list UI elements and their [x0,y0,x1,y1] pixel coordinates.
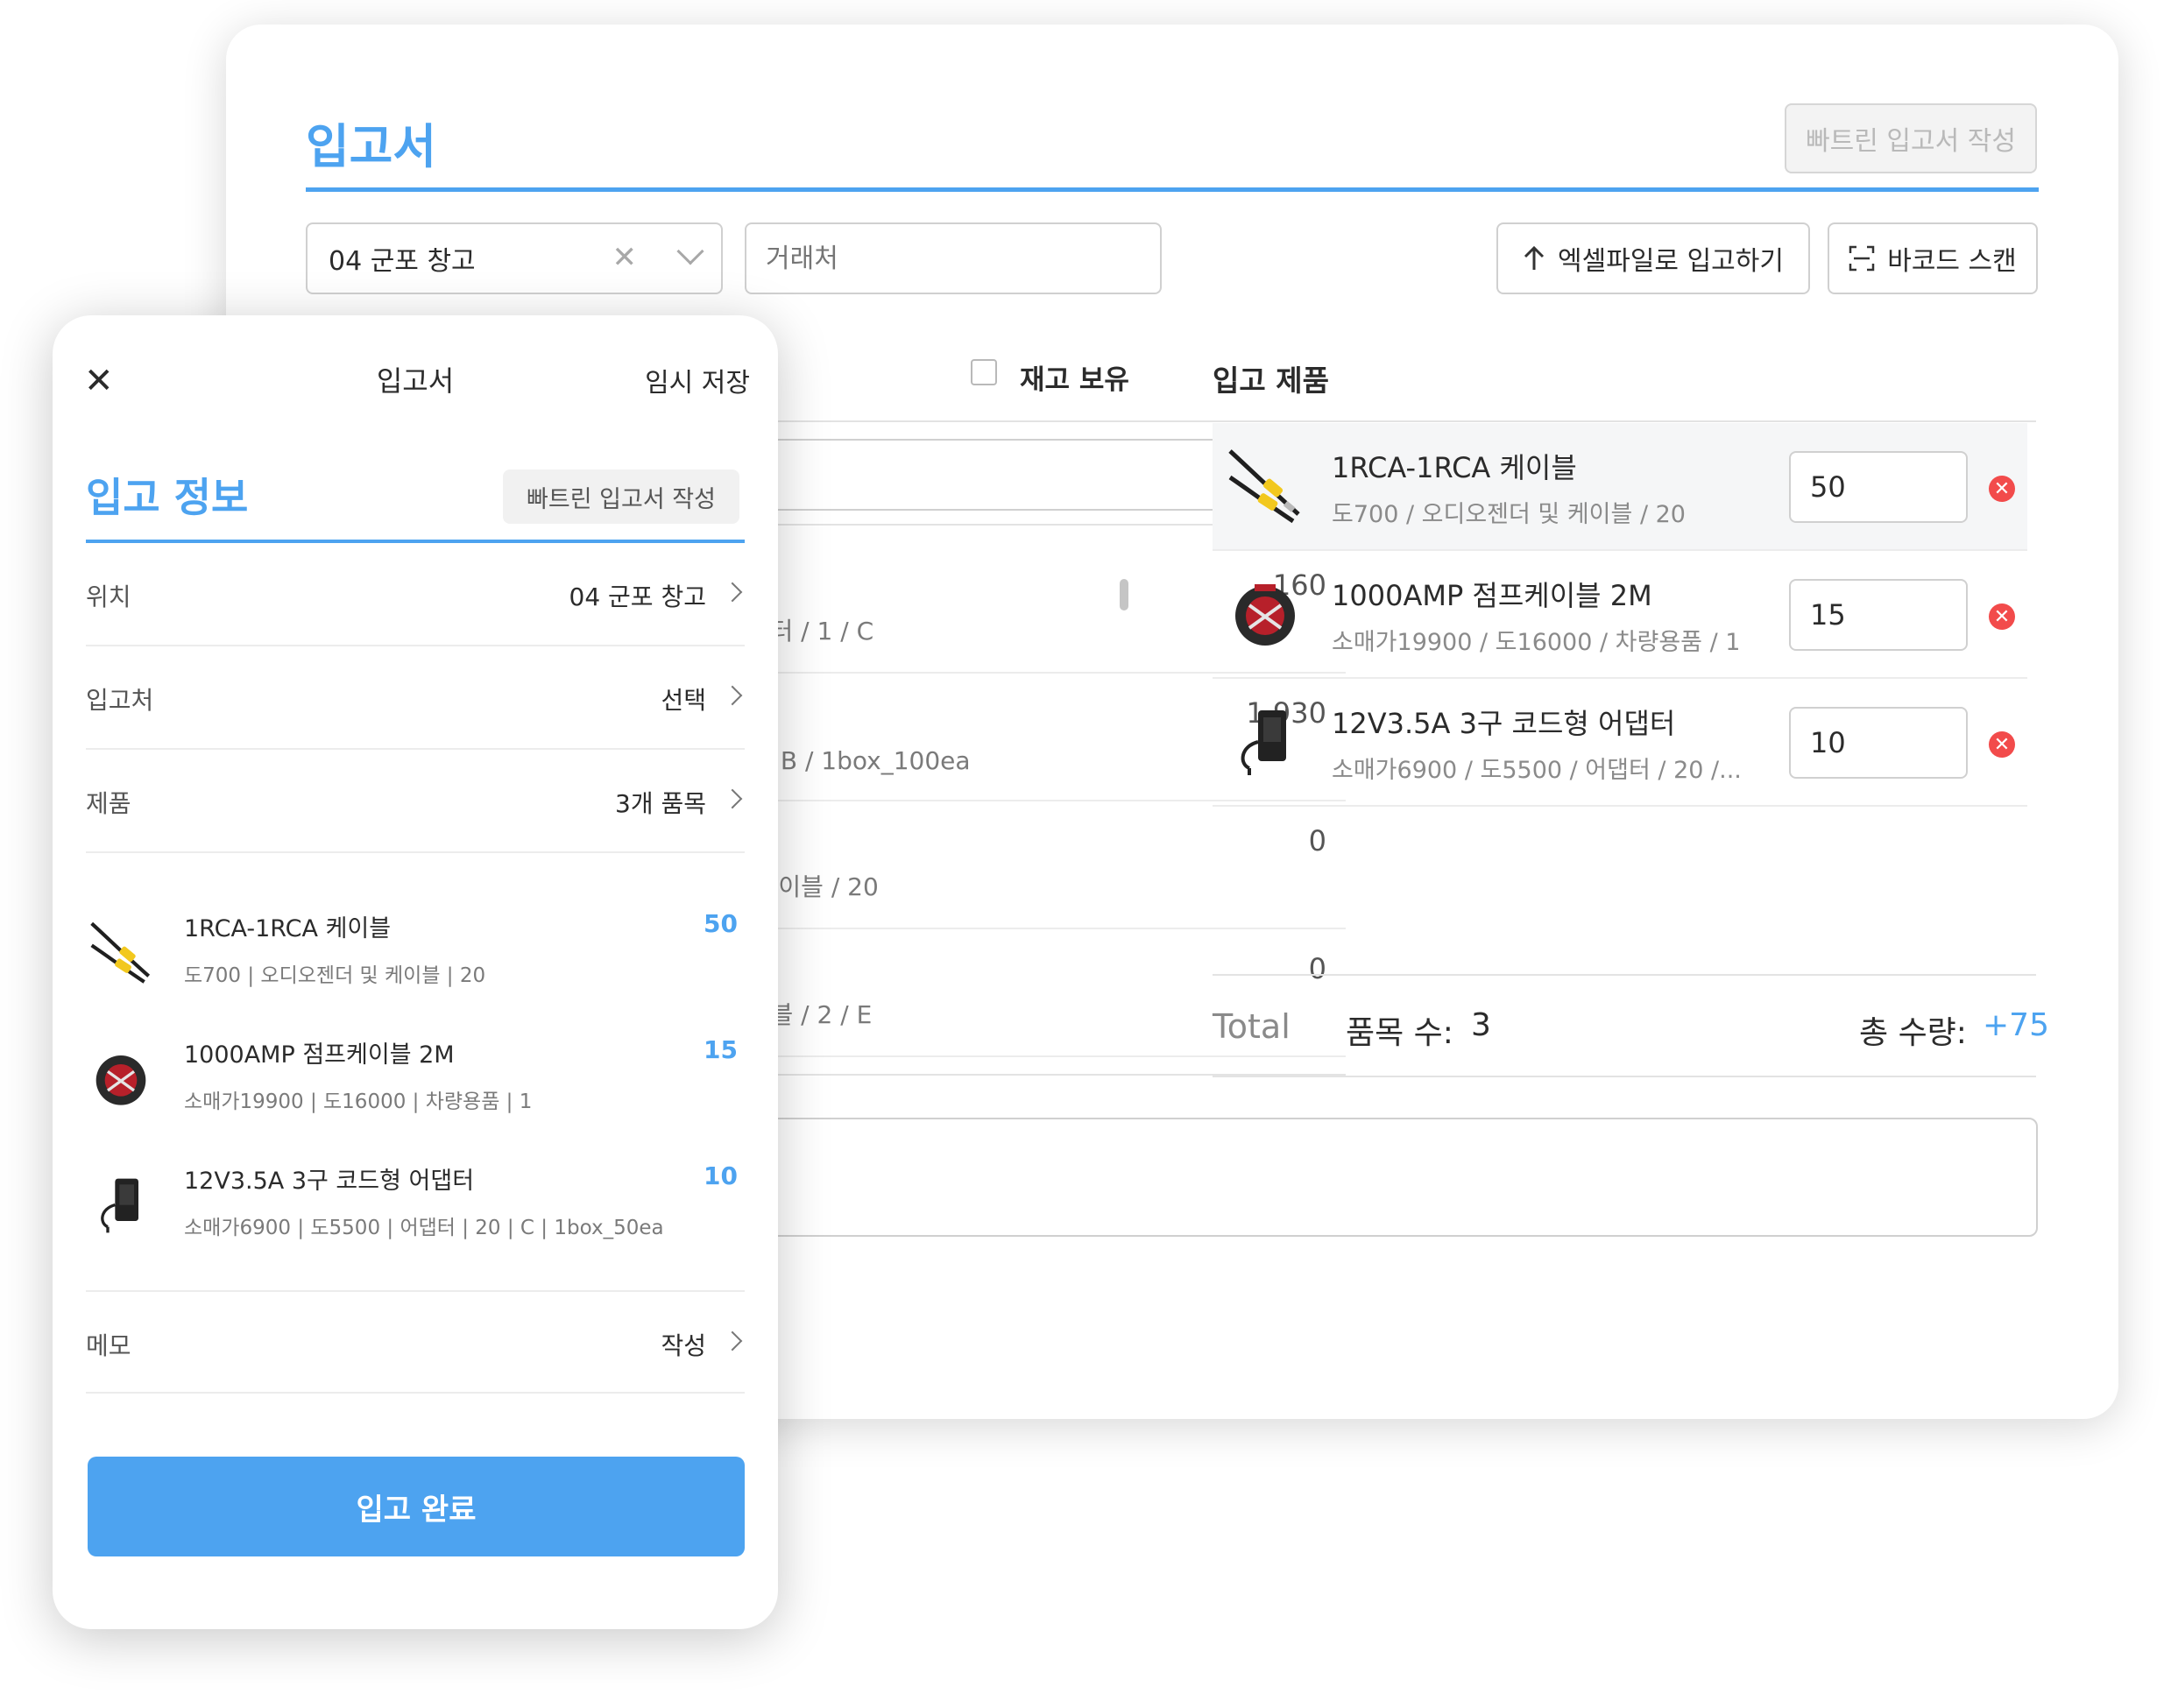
chevron-right-icon [722,582,743,603]
upload-arrow-icon [1524,245,1545,270]
product-name: 12V3.5A 3구 코드형 어댑터 [1332,707,1676,740]
list-item-stock: 0 [1308,824,1326,858]
section-title: 입고 정보 [86,474,249,521]
row-key: 메모 [86,1331,131,1360]
quick-entry-button[interactable]: 빠트린 입고서 작성 [503,469,739,524]
chevron-down-icon[interactable] [676,237,704,265]
total-divider [1213,1076,2036,1077]
row-value: 3개 품목 [615,789,706,818]
stock-checkbox-label: 재고 보유 [1020,364,1129,396]
item-qty: 50 [704,909,738,938]
chevron-right-icon [722,685,743,706]
product-meta: 도700 / 오디오젠더 및 케이블 / 20 [1332,501,1686,528]
remove-icon[interactable]: ✕ [1989,603,2015,630]
quantity-input[interactable]: 50 [1789,451,1968,523]
chevron-right-icon [722,1330,743,1352]
quantity-input[interactable]: 15 [1789,579,1968,651]
memo-row[interactable]: 메모 작성 [86,1290,745,1394]
row-value: 04 군포 창고 [569,582,706,611]
item-name: 1RCA-1RCA 케이블 [184,915,392,942]
item-meta: 도700 | 오디오젠더 및 케이블 | 20 [184,964,486,987]
scan-icon [1849,245,1875,272]
page-title: 입고서 [306,119,437,174]
item-name: 12V3.5A 3구 코드형 어댑터 [184,1168,475,1195]
list-item[interactable]: 12V3.5A 3구 코드형 어댑터 소매가6900 | 도5500 | 어댑터… [86,1161,745,1284]
vendor-row[interactable]: 입고처 선택 [86,646,745,750]
total-label: Total [1213,1007,1291,1046]
list-item-stock: 0 [1308,952,1326,985]
excel-import-button[interactable]: 엑셀파일로 입고하기 [1496,222,1810,294]
product-name: 1000AMP 점프케이블 2M [1332,579,1652,612]
jump-cable-icon [1235,584,1295,646]
product-name: 1RCA-1RCA 케이블 [1332,451,1577,484]
mobile-form-card: ✕ 입고서 임시 저장 입고 정보 빠트린 입고서 작성 위치 04 군포 창고… [53,315,778,1629]
complete-button[interactable]: 입고 완료 [88,1457,745,1556]
warehouse-select-value: 04 군포 창고 [329,246,476,277]
list-item[interactable]: 및 케이블 / 20 0 [699,801,1346,929]
jump-cable-icon [95,1055,146,1105]
rca-cable-icon [1228,449,1300,524]
row-value: 작성 [661,1331,706,1360]
memo-textarea[interactable] [699,1118,2038,1237]
remove-icon[interactable]: ✕ [1989,731,2015,758]
item-name: 1000AMP 점프케이블 2M [184,1041,455,1069]
product-row: 12V3.5A 3구 코드형 어댑터 소매가6900 / 도5500 / 어댑터… [1213,679,2027,807]
item-meta: 소매가6900 | 도5500 | 어댑터 | 20 | C | 1box_50… [184,1217,664,1239]
row-key: 위치 [86,582,131,611]
adapter-icon [101,1178,138,1233]
warehouse-select[interactable]: 04 군포 창고 ✕ [306,222,723,294]
list-item[interactable]: 1000AMP 점프케이블 2M 소매가19900 | 도16000 | 차량용… [86,1035,745,1158]
adapter-icon [1241,710,1286,775]
stock-checkbox[interactable] [971,359,997,385]
item-count-value: 3 [1471,1007,1491,1043]
products-row[interactable]: 제품 3개 품목 [86,750,745,853]
total-qty-label: 총 수량: [1859,1015,1967,1051]
quantity-input[interactable]: 10 [1789,707,1968,779]
item-qty: 15 [704,1035,738,1064]
product-meta: 소매가6900 / 도5500 / 어댑터 / 20 /... [1332,757,1742,784]
item-qty: 10 [704,1161,738,1190]
chevron-right-icon [722,788,743,809]
quick-entry-button[interactable]: 빠트린 입고서 작성 [1785,103,2037,173]
product-row: 1RCA-1RCA 케이블 도700 / 오디오젠더 및 케이블 / 20 50… [1213,423,2027,551]
product-meta: 소매가19900 / 도16000 / 차량용품 / 1 [1332,629,1741,656]
row-key: 제품 [86,789,131,818]
temp-save-button[interactable]: 임시 저장 [645,361,750,399]
vendor-input[interactable] [745,222,1162,294]
location-row[interactable]: 위치 04 군포 창고 [86,543,745,646]
excel-import-label: 엑셀파일로 입고하기 [1558,246,1784,277]
scrollbar[interactable] [1120,579,1128,611]
list-item[interactable]: 1RCA-1RCA 케이블 도700 | 오디오젠더 및 케이블 | 20 50 [86,909,745,1032]
barcode-scan-button[interactable]: 바코드 스캔 [1828,222,2038,294]
products-divider [1213,420,2036,422]
total-qty-value: +75 [1983,1007,2049,1043]
remove-icon[interactable]: ✕ [1989,476,2015,502]
clear-icon[interactable]: ✕ [612,240,638,275]
item-meta: 소매가19900 | 도16000 | 차량용품 | 1 [184,1090,533,1113]
products-section-title: 입고 제품 [1213,363,1329,398]
product-row: 1000AMP 점프케이블 2M 소매가19900 / 도16000 / 차량용… [1213,551,2027,679]
rca-cable-icon [90,921,151,984]
row-key: 입고처 [86,686,154,715]
barcode-scan-label: 바코드 스캔 [1887,246,2017,277]
row-value: 선택 [661,686,706,715]
item-count-label: 품목 수: [1346,1015,1453,1051]
title-underline [306,187,2039,192]
total-divider [1213,974,2036,976]
